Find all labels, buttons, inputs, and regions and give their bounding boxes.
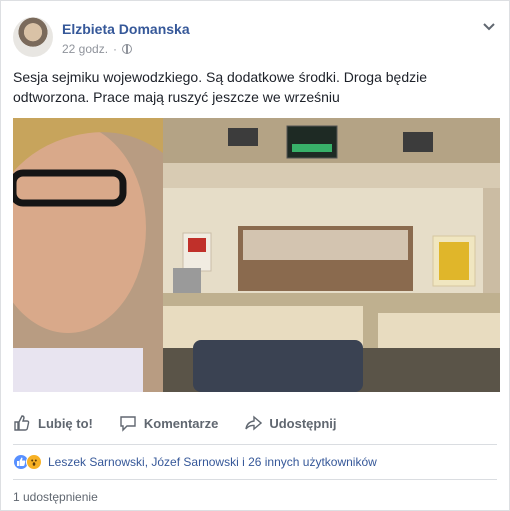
avatar[interactable] [13, 17, 53, 57]
post-header: Elzbieta Domanska 22 godz. · [13, 13, 497, 63]
like-label: Lubię to! [38, 415, 93, 431]
post-actions: Lubię to! Komentarze Udostępnij [13, 405, 497, 441]
share-button[interactable]: Udostępnij [244, 414, 336, 432]
share-label: Udostępnij [269, 415, 337, 431]
post-photo[interactable] [13, 118, 500, 392]
post-card: Elzbieta Domanska 22 godz. · Sesja sejmi… [0, 0, 510, 511]
divider [13, 444, 497, 445]
dot-separator: · [113, 42, 118, 56]
comment-icon [120, 416, 136, 432]
comment-label: Komentarze [143, 415, 219, 431]
thumbs-up-icon [14, 415, 30, 431]
share-icon [245, 415, 263, 431]
post-text: Sesja sejmiku wojewodzkiego. Są dodatkow… [13, 69, 427, 105]
globe-icon[interactable] [122, 44, 133, 54]
wow-icon [26, 454, 42, 470]
comment-button[interactable]: Komentarze [119, 414, 218, 432]
post-meta: 22 godz. · [62, 42, 133, 56]
author-name[interactable]: Elzbieta Domanska [62, 21, 190, 37]
divider [13, 479, 497, 480]
chevron-down-icon[interactable] [481, 19, 497, 35]
photo-scene [13, 118, 500, 392]
shares-count[interactable]: 1 udostępnienie [13, 490, 98, 504]
reactions-text[interactable]: Leszek Sarnowski, Józef Sarnowski i 26 i… [48, 455, 377, 469]
reactions-summary[interactable]: Leszek Sarnowski, Józef Sarnowski i 26 i… [13, 453, 497, 471]
post-timestamp[interactable]: 22 godz. [62, 42, 108, 56]
like-button[interactable]: Lubię to! [13, 414, 93, 432]
